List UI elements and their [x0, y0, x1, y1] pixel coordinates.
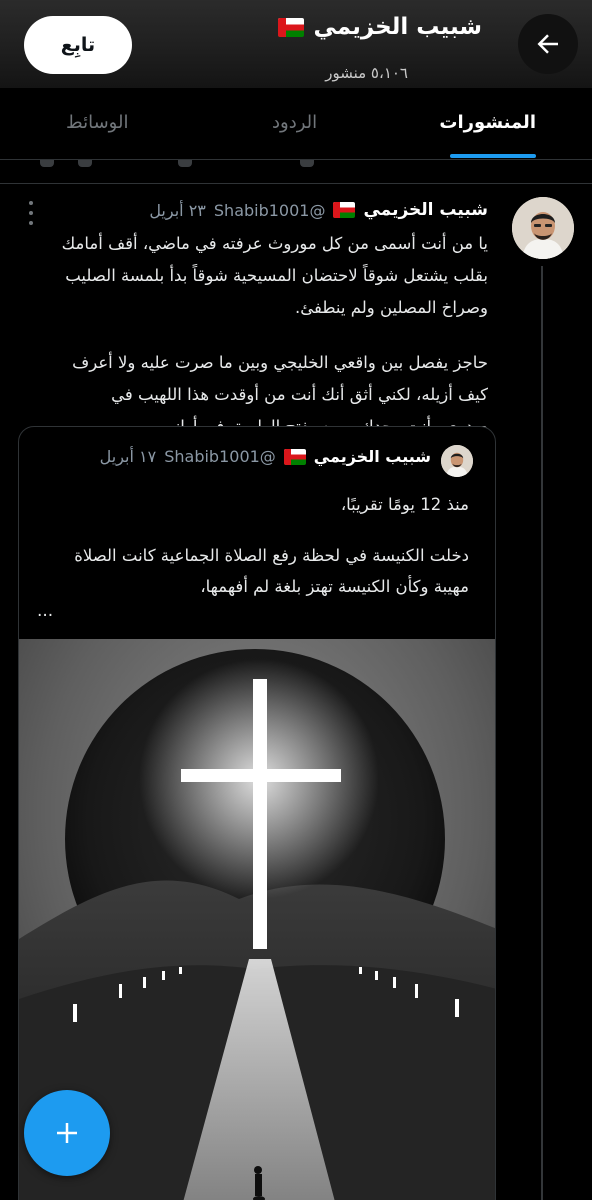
- show-more-ellipsis: ...: [37, 601, 54, 621]
- oman-flag-icon: [333, 202, 356, 218]
- more-options-icon[interactable]: [26, 201, 36, 225]
- previous-post-action-bar: [0, 160, 592, 170]
- oman-flag-icon: [283, 448, 306, 465]
- tab-media[interactable]: الوسائط: [66, 112, 128, 133]
- follow-button[interactable]: تابِع: [24, 16, 132, 74]
- quoted-line: دخلت الكنيسة في لحظة رفع الصلاة الجماعية…: [74, 546, 469, 596]
- compose-button[interactable]: [24, 1090, 110, 1176]
- avatar[interactable]: [512, 197, 574, 259]
- post-count: ٥،١٠٦ منشور: [325, 64, 408, 82]
- bookmark-icon: [78, 160, 92, 167]
- oman-flag-icon: [277, 17, 304, 37]
- quoted-tweet-header: شبيب الخزيمي @Shabib1001 ١٧ أبريل: [100, 447, 431, 466]
- tweet-header: شبيب الخزيمي @Shabib1001 ٢٣ أبريل: [149, 200, 488, 220]
- quoted-author-name: شبيب الخزيمي: [313, 447, 431, 466]
- thread-line: [541, 266, 543, 1200]
- profile-tabs: المنشورات الردود الوسائط: [0, 88, 592, 160]
- quoted-author-handle: @Shabib1001: [164, 447, 276, 466]
- plus-icon: [57, 1123, 77, 1143]
- divider: [0, 183, 592, 184]
- author-handle[interactable]: @Shabib1001: [214, 201, 326, 220]
- quoted-avatar: [441, 445, 473, 477]
- views-icon: [178, 160, 192, 167]
- tab-posts[interactable]: المنشورات: [439, 112, 536, 133]
- avatar-image: [441, 445, 473, 477]
- profile-title: شبيب الخزيمي: [277, 14, 482, 40]
- tab-replies[interactable]: الردود: [272, 112, 317, 133]
- active-tab-indicator: [450, 154, 536, 158]
- author-name[interactable]: شبيب الخزيمي: [363, 200, 488, 220]
- like-icon: [300, 160, 314, 167]
- profile-header: شبيب الخزيمي ٥،١٠٦ منشور تابِع: [0, 0, 592, 88]
- quoted-tweet-date: ١٧ أبريل: [99, 447, 157, 466]
- back-button[interactable]: [518, 14, 578, 74]
- profile-name: شبيب الخزيمي: [313, 14, 482, 40]
- tweet-body: يا من أنت أسمى من كل موروث عرفته في ماضي…: [48, 228, 488, 443]
- quoted-tweet-body: منذ 12 يومًا تقريبًا، دخلت الكنيسة في لح…: [39, 489, 469, 602]
- tweet-paragraph: يا من أنت أسمى من كل موروث عرفته في ماضي…: [61, 234, 488, 317]
- avatar-image: [512, 197, 574, 259]
- quoted-line: منذ 12 يومًا تقريبًا،: [340, 495, 469, 514]
- share-icon: [40, 160, 54, 167]
- arrow-left-icon: [537, 34, 558, 54]
- quoted-tweet[interactable]: شبيب الخزيمي @Shabib1001 ١٧ أبريل منذ 12…: [18, 426, 496, 1200]
- tweet-date[interactable]: ٢٣ أبريل: [149, 201, 206, 220]
